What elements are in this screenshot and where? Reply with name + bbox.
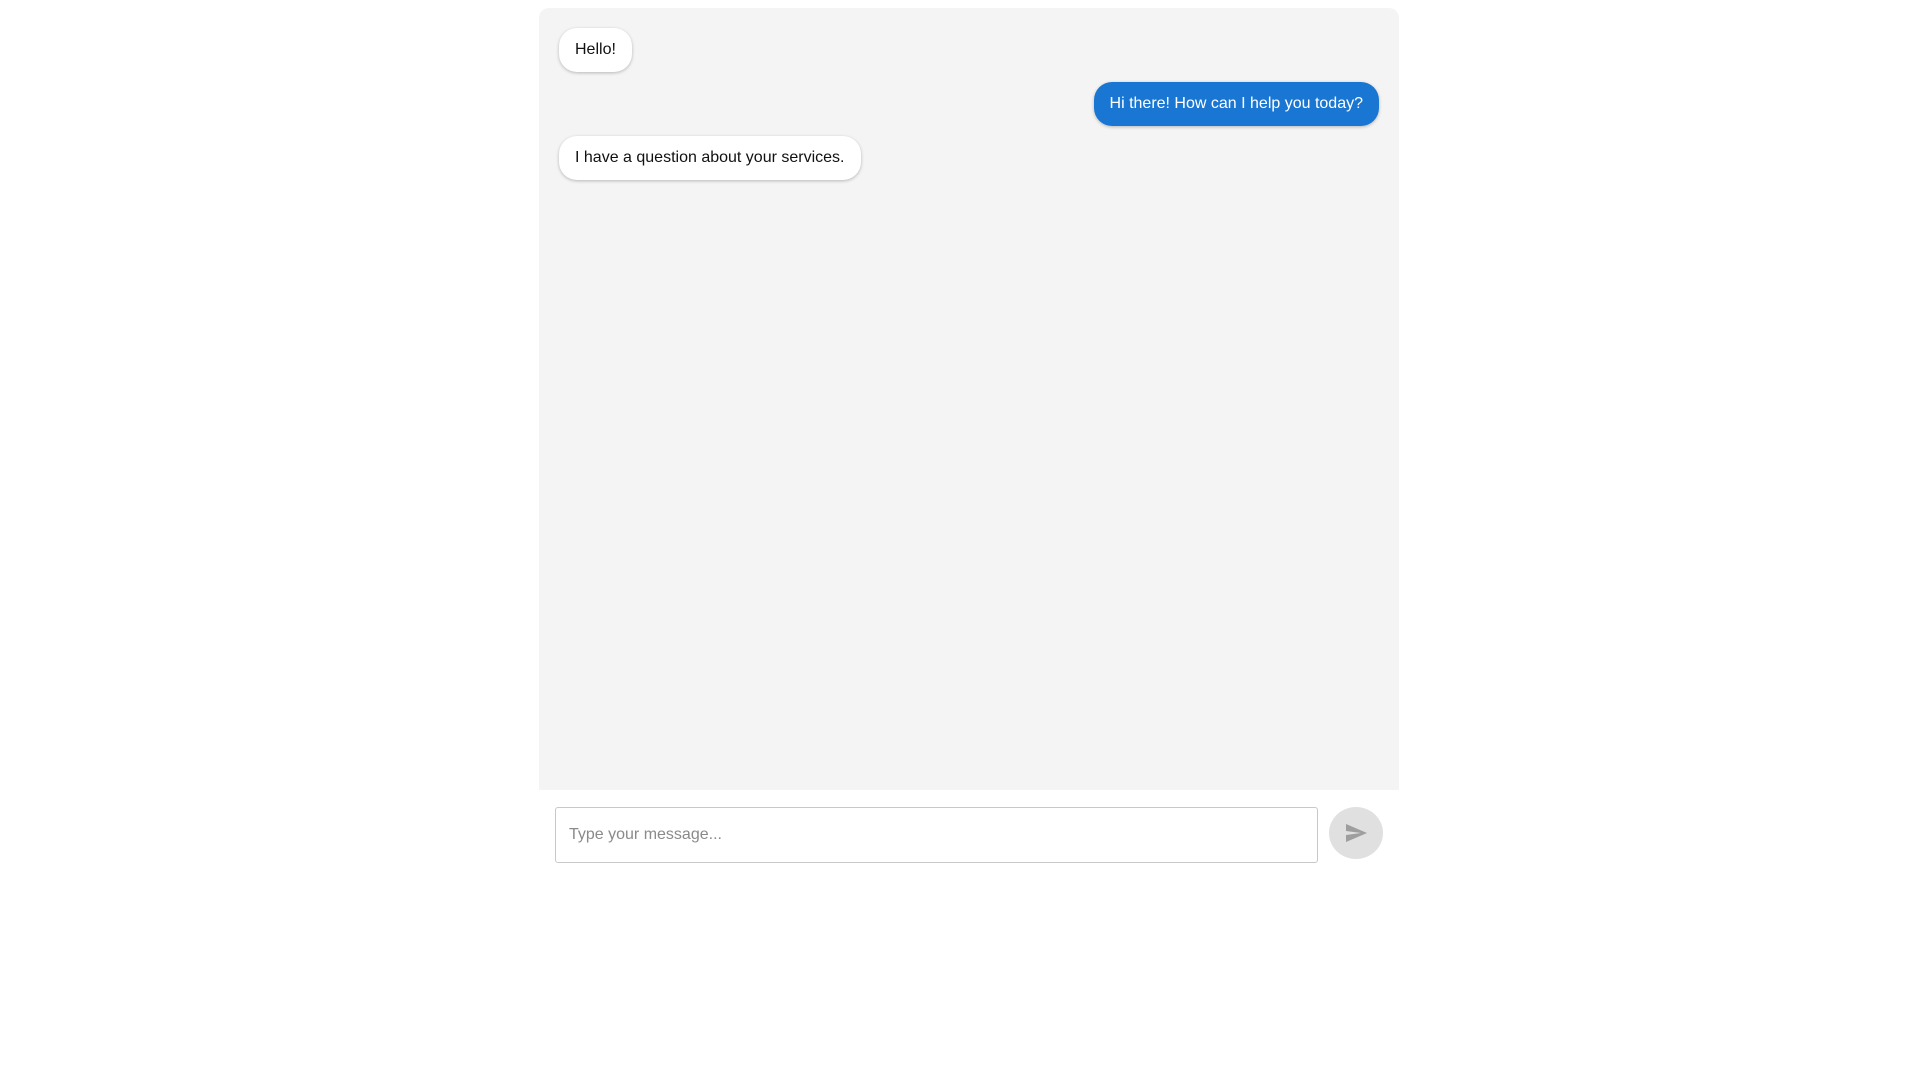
chat-app: Hello! Hi there! How can I help you toda… (539, 8, 1399, 866)
send-icon (1346, 824, 1367, 842)
incoming-message: I have a question about your services. (559, 136, 861, 180)
message-input[interactable] (555, 807, 1318, 863)
send-button[interactable] (1329, 807, 1383, 859)
message-list[interactable]: Hello! Hi there! How can I help you toda… (539, 8, 1399, 790)
outgoing-message: Hi there! How can I help you today? (1093, 82, 1379, 126)
message-composer (539, 790, 1399, 866)
incoming-message: Hello! (559, 28, 632, 72)
